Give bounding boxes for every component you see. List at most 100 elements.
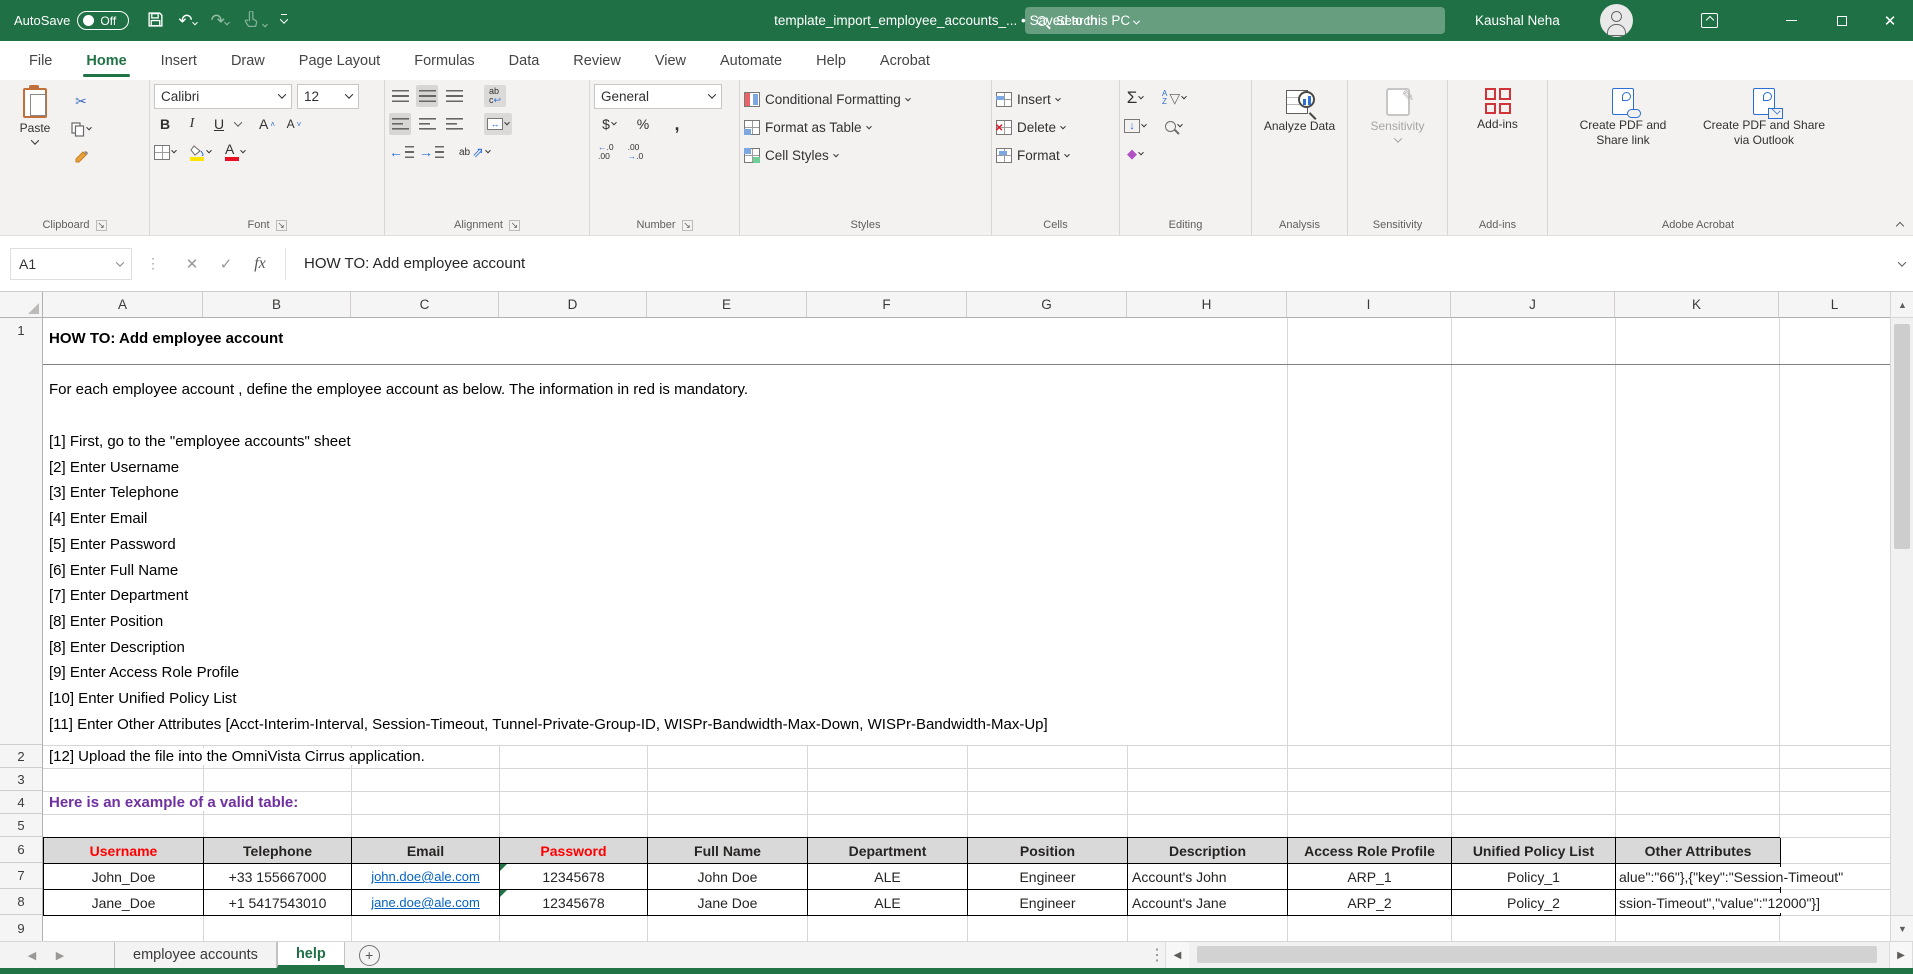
- scroll-down-button[interactable]: ▼: [1891, 915, 1913, 941]
- scroll-up-button[interactable]: ▲: [1891, 292, 1913, 318]
- table-cell-email-link[interactable]: jane.doe@ale.com: [352, 890, 500, 916]
- addins-button[interactable]: Add-ins: [1467, 83, 1529, 132]
- table-cell[interactable]: John Doe: [648, 864, 808, 890]
- redo-icon[interactable]: ↷: [211, 12, 229, 29]
- format-painter-button[interactable]: [70, 146, 92, 168]
- align-left-button[interactable]: [389, 113, 411, 135]
- create-pdf-share-outlook-button[interactable]: Create PDF and Share via Outlook: [1694, 83, 1834, 148]
- row-header-3[interactable]: 3: [0, 768, 42, 791]
- step-line[interactable]: [4] Enter Email: [49, 510, 155, 527]
- column-header-b[interactable]: B: [203, 292, 351, 317]
- table-cell[interactable]: ARP_1: [1288, 864, 1452, 890]
- row-header-2[interactable]: 2: [0, 745, 42, 768]
- tab-file[interactable]: File: [12, 41, 69, 80]
- copy-button[interactable]: [70, 118, 92, 140]
- table-cell[interactable]: 12345678: [500, 890, 648, 916]
- table-cell[interactable]: Jane Doe: [648, 890, 808, 916]
- customize-toolbar-icon[interactable]: [281, 14, 287, 27]
- cells-area[interactable]: HOW TO: Add employee account For each em…: [43, 318, 1890, 941]
- step-line[interactable]: [8] Enter Position: [49, 613, 171, 630]
- row-header-1[interactable]: 1: [0, 318, 42, 745]
- table-cell[interactable]: John_Doe: [44, 864, 204, 890]
- tab-help[interactable]: Help: [799, 41, 863, 80]
- table-header-department[interactable]: Department: [808, 838, 968, 864]
- ribbon-display-options-button[interactable]: [1686, 0, 1732, 41]
- sheet-tab-help[interactable]: help: [277, 942, 345, 968]
- format-as-table-button[interactable]: Format as Table: [744, 115, 871, 140]
- table-header-description[interactable]: Description: [1128, 838, 1288, 864]
- number-dialog-launcher[interactable]: ↘: [682, 220, 693, 231]
- tab-review[interactable]: Review: [556, 41, 638, 80]
- name-box[interactable]: A1: [10, 248, 132, 280]
- row-header-6[interactable]: 6: [0, 837, 42, 863]
- bold-button[interactable]: B: [154, 113, 176, 135]
- alignment-dialog-launcher[interactable]: ↘: [509, 220, 520, 231]
- font-dialog-launcher[interactable]: ↘: [276, 220, 287, 231]
- row-header-9[interactable]: 9: [0, 915, 42, 941]
- table-cell[interactable]: Engineer: [968, 890, 1128, 916]
- undo-icon[interactable]: ↶: [178, 12, 196, 29]
- format-cells-button[interactable]: Format: [996, 143, 1069, 168]
- column-header-a[interactable]: A: [43, 292, 203, 317]
- column-header-g[interactable]: G: [967, 292, 1127, 317]
- number-format-combo[interactable]: General: [594, 84, 722, 109]
- step-line[interactable]: [2] Enter Username: [49, 459, 187, 476]
- step-line[interactable]: [6] Enter Full Name: [49, 562, 186, 579]
- table-cell[interactable]: Account's Jane: [1128, 890, 1288, 916]
- vertical-scrollbar[interactable]: ▲ ▼: [1890, 292, 1913, 941]
- insert-function-button[interactable]: fx: [243, 255, 277, 273]
- decrease-indent-button[interactable]: ←: [389, 141, 414, 163]
- column-header-c[interactable]: C: [351, 292, 499, 317]
- analyze-data-button[interactable]: Analyze Data: [1258, 83, 1342, 134]
- underline-dropdown-icon[interactable]: [234, 118, 242, 126]
- avatar[interactable]: [1600, 4, 1633, 37]
- step-line[interactable]: [3] Enter Telephone: [49, 484, 187, 501]
- table-header-access-role-profile[interactable]: Access Role Profile: [1288, 838, 1452, 864]
- table-cell[interactable]: ALE: [808, 864, 968, 890]
- cell-a4-example-label[interactable]: Here is an example of a valid table:: [49, 794, 306, 811]
- cell-styles-button[interactable]: Cell Styles: [744, 143, 838, 168]
- column-header-f[interactable]: F: [807, 292, 967, 317]
- tab-page-layout[interactable]: Page Layout: [282, 41, 397, 80]
- expand-formula-bar-icon[interactable]: [1898, 258, 1906, 266]
- close-button[interactable]: ✕: [1867, 0, 1913, 41]
- font-size-combo[interactable]: 12: [297, 84, 359, 109]
- table-header-password[interactable]: Password: [500, 838, 648, 864]
- save-icon[interactable]: [147, 11, 164, 31]
- font-name-combo[interactable]: Calibri: [154, 84, 292, 109]
- collapse-ribbon-icon[interactable]: [1896, 222, 1904, 230]
- table-cell[interactable]: Policy_2: [1452, 890, 1616, 916]
- column-header-e[interactable]: E: [647, 292, 807, 317]
- column-header-h[interactable]: H: [1127, 292, 1287, 317]
- table-cell-other-attributes[interactable]: ssion-Timeout","value":"12000"}]: [1616, 890, 1781, 916]
- cell-a1-title[interactable]: HOW TO: Add employee account: [49, 330, 291, 347]
- column-header-k[interactable]: K: [1615, 292, 1779, 317]
- table-cell[interactable]: Policy_1: [1452, 864, 1616, 890]
- clear-button[interactable]: ◆: [1124, 143, 1146, 165]
- comma-style-button[interactable]: ,: [666, 113, 688, 135]
- prev-sheet-icon[interactable]: ◀: [18, 942, 46, 968]
- orientation-button[interactable]: ab⇗: [459, 141, 490, 163]
- step-line[interactable]: [7] Enter Department: [49, 587, 196, 604]
- table-header-full-name[interactable]: Full Name: [648, 838, 808, 864]
- tab-acrobat[interactable]: Acrobat: [863, 41, 947, 80]
- accounting-format-button[interactable]: $: [598, 113, 620, 135]
- tab-view[interactable]: View: [638, 41, 703, 80]
- restore-button[interactable]: [1819, 0, 1865, 41]
- table-header-position[interactable]: Position: [968, 838, 1128, 864]
- increase-font-button[interactable]: A˄: [256, 113, 278, 135]
- table-header-username[interactable]: Username: [44, 838, 204, 864]
- table-cell[interactable]: +33 155667000: [204, 864, 352, 890]
- sensitivity-button[interactable]: Sensitivity: [1367, 83, 1429, 143]
- font-color-button[interactable]: A: [224, 141, 246, 163]
- underline-button[interactable]: U: [208, 113, 230, 135]
- find-select-button[interactable]: [1162, 115, 1184, 137]
- table-header-email[interactable]: Email: [352, 838, 500, 864]
- step-line[interactable]: [10] Enter Unified Policy List: [49, 690, 245, 707]
- select-all-button[interactable]: [0, 292, 43, 317]
- borders-button[interactable]: [154, 141, 176, 163]
- percent-style-button[interactable]: %: [632, 113, 654, 135]
- column-header-l[interactable]: L: [1779, 292, 1890, 317]
- table-cell[interactable]: +1 5417543010: [204, 890, 352, 916]
- tab-automate[interactable]: Automate: [703, 41, 799, 80]
